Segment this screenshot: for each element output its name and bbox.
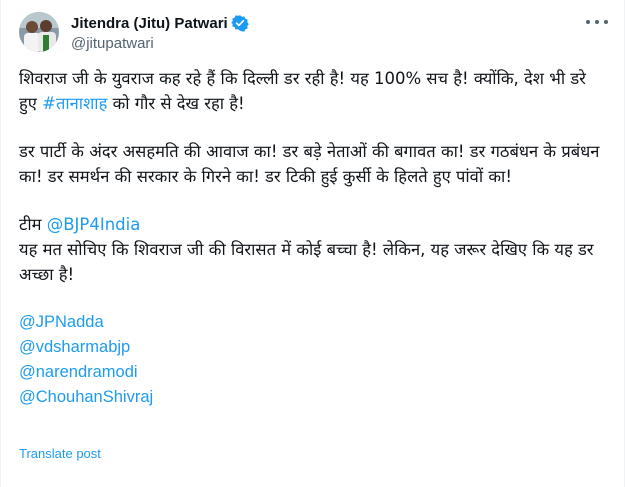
- mentions-list: @JPNadda @vdsharmabjp @narendramodi @Cho…: [19, 310, 604, 410]
- tweet-text-segment: टीम: [19, 215, 47, 234]
- tweet-paragraph-3: टीम @BJP4India यह मत सोचिए कि शिवराज जी क…: [19, 212, 604, 287]
- mention-link[interactable]: @ChouhanShivraj: [19, 385, 604, 410]
- mention-link[interactable]: @narendramodi: [19, 360, 604, 385]
- tweet-text-segment: को गौर से देख रहा है!: [107, 94, 245, 113]
- tweet-text-segment: यह मत सोचिए कि शिवराज जी की विरासत में क…: [19, 240, 594, 284]
- avatar[interactable]: [19, 12, 59, 52]
- tweet-paragraph-1: शिवराज जी के युवराज कह रहे हैं कि दिल्ली…: [19, 66, 604, 116]
- mention-link[interactable]: @JPNadda: [19, 310, 604, 335]
- author-handle[interactable]: @jitupatwari: [71, 35, 249, 52]
- hashtag-link[interactable]: #तानाशाह: [42, 94, 107, 113]
- mention-link[interactable]: @vdsharmabjp: [19, 335, 604, 360]
- tweet-card: Jitendra (Jitu) Patwari @jitupatwari शिव…: [0, 0, 625, 487]
- more-options-icon[interactable]: [586, 18, 608, 26]
- display-name[interactable]: Jitendra (Jitu) Patwari: [71, 15, 228, 32]
- verified-badge-icon: [230, 14, 249, 32]
- tweet-paragraph-2: डर पार्टी के अंदर असहमति की आवाज का! डर …: [19, 142, 600, 186]
- author-names: Jitendra (Jitu) Patwari @jitupatwari: [71, 13, 249, 52]
- translate-post-link[interactable]: Translate post: [19, 446, 101, 461]
- display-name-row: Jitendra (Jitu) Patwari: [71, 13, 249, 33]
- tweet-header: Jitendra (Jitu) Patwari @jitupatwari: [19, 12, 249, 52]
- mention-link[interactable]: @BJP4India: [47, 215, 141, 234]
- tweet-text: शिवराज जी के युवराज कह रहे हैं कि दिल्ली…: [19, 66, 604, 410]
